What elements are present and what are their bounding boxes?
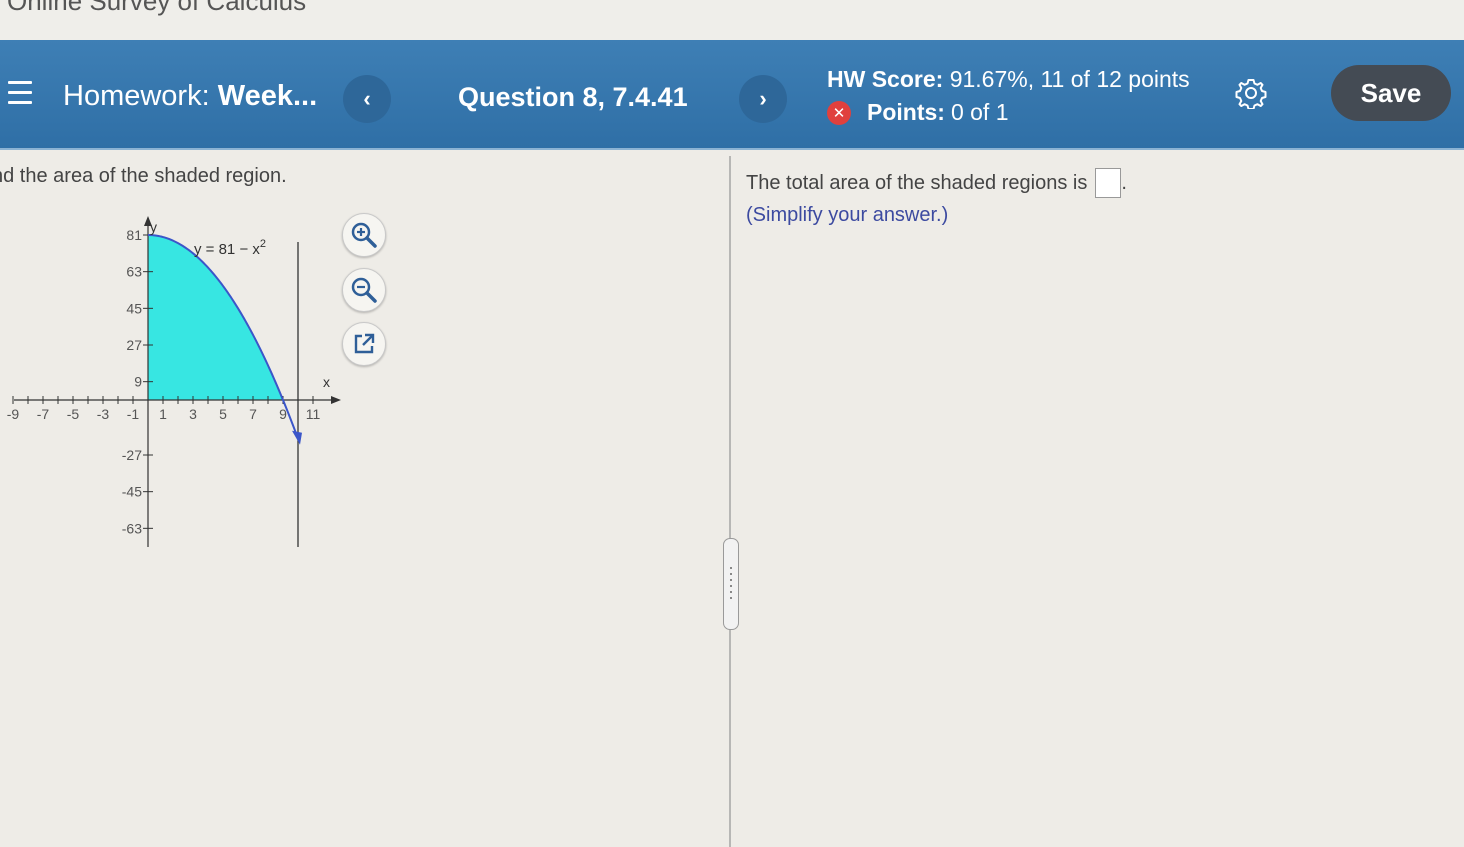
hw-score-value: 91.67%, 11 of 12 points: [949, 66, 1190, 92]
open-graph-button[interactable]: [342, 322, 386, 366]
chevron-left-icon: ‹: [363, 86, 371, 111]
shaded-region: [148, 235, 283, 400]
answer-input[interactable]: [1095, 168, 1122, 198]
x-tick-label: 7: [249, 406, 257, 422]
window-title-strip: l Online Survey of Calculus: [0, 0, 1464, 40]
zoom-out-button[interactable]: [342, 268, 386, 312]
score-block: HW Score: 91.67%, 11 of 12 points ✕ Poin…: [827, 66, 1190, 126]
y-axis-label: y: [150, 219, 157, 235]
points-value: 0 of 1: [950, 99, 1009, 125]
x-circle-icon: ✕: [827, 100, 851, 125]
next-question-button[interactable]: ›: [739, 75, 787, 123]
window-title: l Online Survey of Calculus: [0, 0, 307, 16]
top-nav-bar: Homework: Week... ‹ Question 8, 7.4.41 ›…: [0, 40, 1464, 150]
hw-score-label: HW Score:: [827, 66, 944, 92]
answer-pane: The total area of the shaded regions is …: [746, 168, 1127, 227]
question-label: Question 8, 7.4.41: [458, 82, 688, 112]
x-tick-label: 5: [219, 406, 227, 422]
y-tick-label: 63: [126, 264, 142, 280]
points-label: Points:: [867, 99, 945, 125]
x-axis-label: x: [323, 374, 330, 390]
previous-question-button[interactable]: ‹: [343, 75, 391, 123]
save-button[interactable]: Save: [1331, 65, 1451, 121]
pane-divider: [729, 156, 731, 847]
homework-title: Homework: Week...: [63, 80, 317, 113]
answer-prompt: The total area of the shaded regions is: [746, 171, 1088, 194]
gear-icon[interactable]: [1235, 77, 1267, 109]
answer-suffix: .: [1121, 171, 1127, 194]
y-tick-label: 9: [134, 374, 142, 390]
x-axis-arrow: [331, 396, 341, 404]
y-tick-label: 81: [126, 227, 142, 243]
pane-resize-handle[interactable]: [723, 538, 739, 630]
question-instruction: nd the area of the shaded region.: [0, 165, 287, 187]
menu-icon[interactable]: [8, 81, 32, 105]
y-tick-label: -63: [122, 520, 142, 536]
zoom-in-icon: [351, 222, 377, 248]
y-tick-label: 27: [126, 337, 142, 353]
y-tick-label: 45: [126, 300, 142, 316]
zoom-in-button[interactable]: [342, 213, 386, 257]
equation-label: y = 81 − x2: [194, 238, 266, 258]
x-tick-label: -9: [7, 406, 20, 422]
x-tick-label: 11: [306, 406, 321, 422]
x-tick-label: -1: [127, 406, 140, 422]
y-tick-label: -27: [122, 447, 142, 463]
area-graph: -9-7-5-3-11357911-81-63-45-27927456381 y…: [7, 216, 341, 547]
homework-name: Week...: [217, 80, 318, 112]
chevron-right-icon: ›: [759, 86, 767, 111]
homework-prefix: Homework:: [63, 80, 210, 112]
zoom-out-icon: [351, 277, 377, 303]
x-tick-label: -5: [67, 406, 80, 422]
x-tick-label: -7: [37, 406, 50, 422]
y-tick-label: -45: [122, 484, 142, 500]
external-link-icon: [354, 333, 375, 354]
x-tick-label: -3: [97, 406, 110, 422]
answer-hint: (Simplify your answer.): [746, 204, 949, 226]
curve-arrow: [292, 430, 302, 445]
x-tick-label: 3: [189, 406, 197, 422]
x-tick-label: 1: [159, 406, 167, 422]
